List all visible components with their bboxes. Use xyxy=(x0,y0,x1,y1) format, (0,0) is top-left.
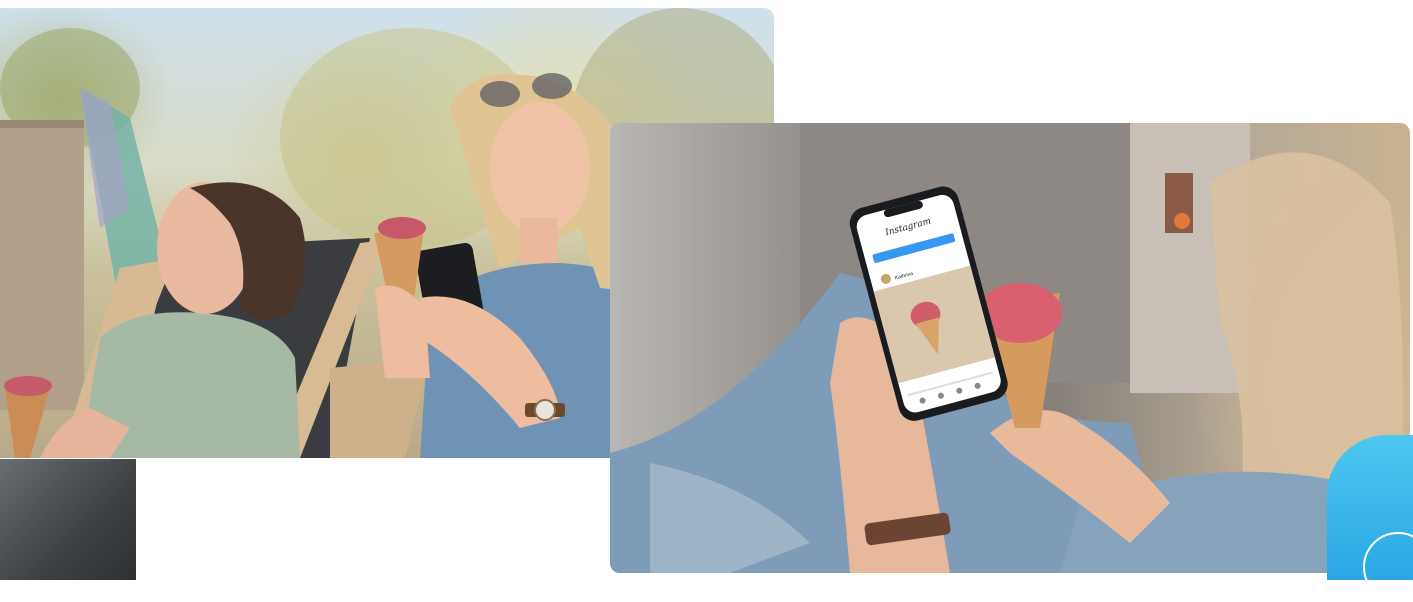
accent-bubble xyxy=(1327,435,1413,602)
photo-phone-closeup: Instagram Kathrina xyxy=(610,123,1410,573)
ice-cream-scoop-right xyxy=(378,217,426,239)
woman-right-neck xyxy=(520,218,558,263)
closeup-scene: Instagram Kathrina xyxy=(610,123,1404,573)
orange-light xyxy=(1174,213,1190,229)
wristwatch-face xyxy=(534,399,556,421)
hut-wall xyxy=(0,120,84,410)
ice-cream-scoop-left xyxy=(4,376,52,396)
hut-roof-edge xyxy=(0,120,84,128)
photo-corner-crop xyxy=(0,459,136,580)
woman-right-face xyxy=(490,102,590,234)
accent-ring-icon xyxy=(1363,532,1413,602)
ice-cream-cone-left xyxy=(5,388,50,458)
